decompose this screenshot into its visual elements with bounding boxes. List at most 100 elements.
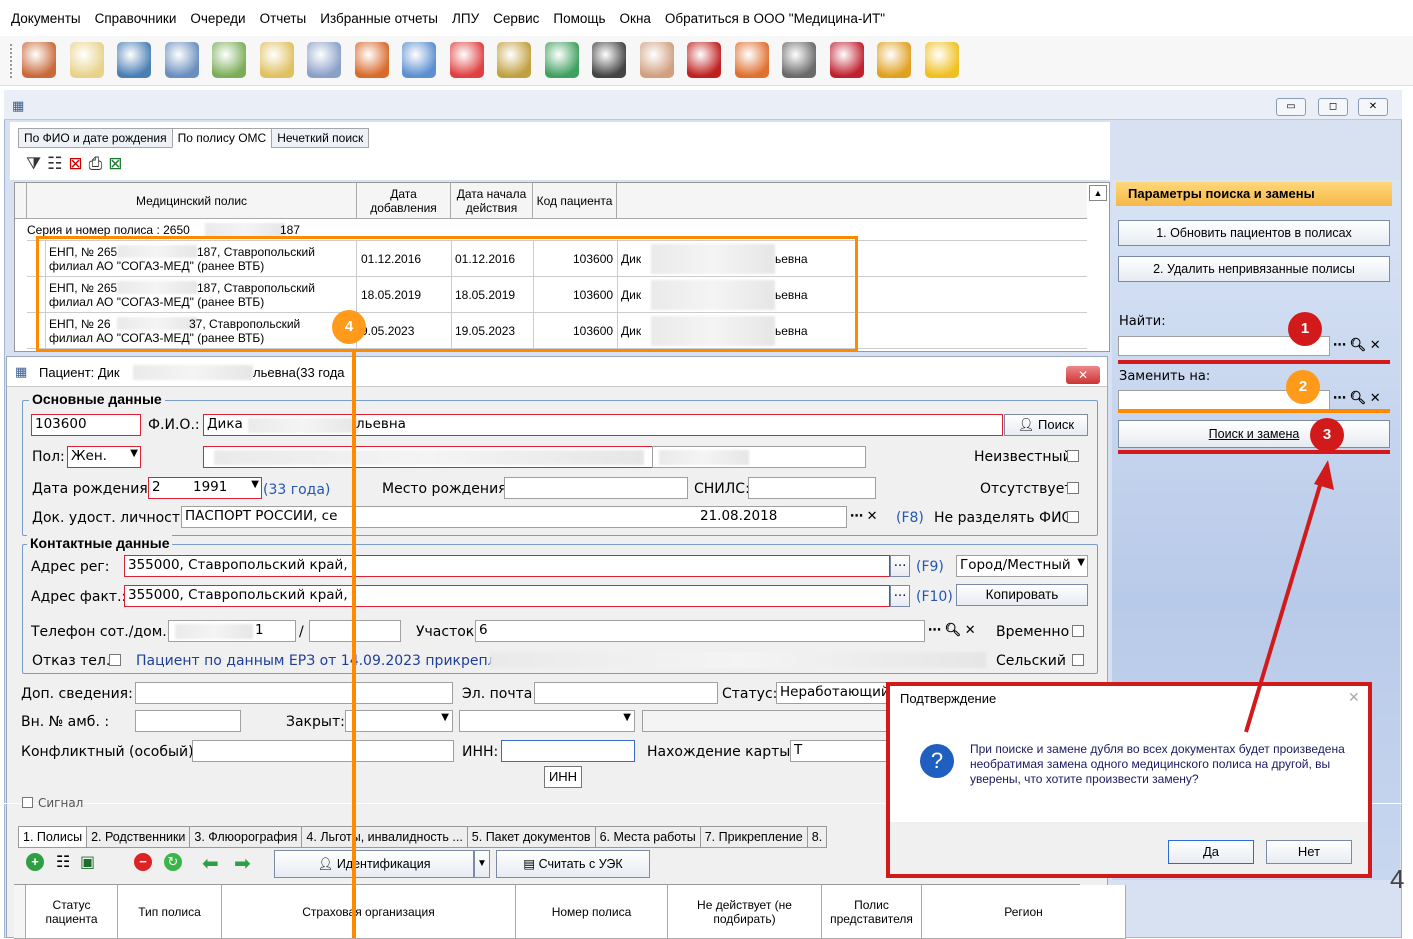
inn-field[interactable] (501, 740, 635, 762)
closed-select[interactable]: ▼ (345, 710, 453, 732)
delete-unlinked-button[interactable]: 2. Удалить непривязанные полисы (1118, 256, 1390, 282)
search-replace-button[interactable]: Поиск и замена (1118, 420, 1390, 448)
addr-fact-more[interactable]: ⋯ (890, 585, 910, 607)
calendar-icon[interactable] (69, 42, 104, 78)
reason-field[interactable] (642, 710, 888, 732)
policy-col-3[interactable]: Страховая организация (222, 885, 516, 939)
refuse-checkbox[interactable] (109, 654, 121, 666)
addr-type-select[interactable]: Город/Местный ▼ (956, 555, 1088, 577)
maximize-icon[interactable]: ◻ (1318, 98, 1348, 116)
temp-checkbox[interactable] (1072, 625, 1084, 637)
lock-icon[interactable] (877, 42, 911, 78)
flask-icon[interactable] (212, 42, 246, 78)
catalog-icon[interactable] (782, 42, 816, 78)
doctor-icon[interactable] (639, 42, 674, 78)
absent-checkbox[interactable] (1067, 482, 1079, 494)
tab-patient-7[interactable]: 7. Прикрепление (699, 826, 808, 848)
menu-item-4[interactable]: Избранные отчеты (320, 11, 438, 26)
card-icon[interactable] (117, 42, 151, 78)
dob-field[interactable]: 2 1991 ▼ (148, 477, 262, 499)
patient-icon[interactable] (22, 42, 56, 78)
addr-reg-field[interactable]: 355000, Ставропольский край, (124, 555, 890, 577)
menu-item-9[interactable]: Обратиться в ООО "Медицина-ИТ" (665, 11, 885, 26)
pdf-icon[interactable] (829, 42, 864, 78)
policy-col-2[interactable]: Тип полиса (118, 885, 222, 939)
menu-item-5[interactable]: ЛПУ (452, 11, 479, 26)
email-field[interactable] (534, 682, 718, 704)
patient-close-icon[interactable]: ✕ (1066, 366, 1100, 384)
signal-checkbox[interactable] (22, 797, 33, 808)
policy-col-7[interactable]: Регион (922, 885, 1126, 939)
chat-icon[interactable] (924, 42, 959, 78)
menu-item-3[interactable]: Отчеты (260, 11, 307, 26)
tab-patient-1[interactable]: 1. Полисы (18, 826, 88, 848)
chart-icon[interactable] (544, 42, 579, 78)
minimize-icon[interactable]: ▭ (1276, 98, 1306, 116)
folder-icon[interactable] (354, 42, 389, 78)
policy-col-4[interactable]: Номер полиса (516, 885, 668, 939)
section-actions[interactable]: ⋯ 🔍︎ ✕ (928, 622, 976, 638)
excel-icon[interactable]: ⊠ (108, 154, 128, 173)
addr-reg-more[interactable]: ⋯ (890, 555, 910, 577)
copy-button[interactable]: Копировать (956, 584, 1088, 606)
first-aid-icon[interactable] (449, 42, 484, 78)
scroll-up-icon[interactable]: ▲ (1089, 185, 1107, 201)
menu-item-1[interactable]: Справочники (95, 11, 177, 26)
fio-field[interactable]: Дика льевна (203, 414, 1003, 436)
doc-actions[interactable]: ⋯ ✕ (850, 508, 878, 524)
monitor-icon[interactable] (734, 42, 769, 78)
birthplace-field[interactable] (504, 477, 688, 499)
addr-fact-field[interactable]: 355000, Ставропольский край, (124, 585, 890, 607)
tab-oms-policy[interactable]: По полису ОМС (171, 128, 273, 148)
filter-clear-icon[interactable]: ⊠ (68, 154, 88, 173)
filter-edit-icon[interactable]: ☷ (47, 154, 68, 173)
refresh-icon[interactable]: ↻ (164, 853, 182, 871)
menu-item-7[interactable]: Помощь (553, 11, 605, 26)
identification-button[interactable]: 👤︎ Идентификация (274, 850, 474, 878)
delete-icon[interactable]: − (134, 853, 152, 871)
print-icon[interactable]: ⎙ (89, 154, 109, 173)
tab-patient-8[interactable]: 8. (806, 826, 828, 848)
edit-list-icon[interactable]: ☷ (56, 852, 70, 872)
update-patients-button[interactable]: 1. Обновить пациентов в полисах (1118, 220, 1390, 246)
menu-item-0[interactable]: Документы (11, 11, 81, 26)
add-icon[interactable]: + (26, 853, 44, 871)
extra-field[interactable] (135, 682, 453, 704)
doc-field[interactable]: ПАСПОРТ РОССИИ, се 21.08.2018 (181, 506, 847, 528)
id-card-icon[interactable] (164, 42, 199, 78)
policy-col-5[interactable]: Не действует (не подбирать) (668, 885, 822, 939)
name-part-field-2[interactable] (652, 446, 866, 468)
tab-fio-dob[interactable]: По ФИО и дате рождения (18, 128, 173, 148)
section-field[interactable]: 6 (475, 620, 925, 642)
tab-patient-5[interactable]: 5. Пакет документов (466, 826, 596, 848)
edit-icon[interactable] (259, 42, 294, 78)
rural-checkbox[interactable] (1072, 654, 1084, 666)
menu-item-2[interactable]: Очереди (190, 11, 245, 26)
search-button[interactable]: 👤︎ Поиск (1004, 414, 1088, 436)
replace-actions[interactable]: ⋯ 🔍︎ ✕ (1333, 390, 1381, 406)
arrow-right-icon[interactable]: ➡ (234, 851, 251, 876)
no-split-checkbox[interactable] (1067, 511, 1079, 523)
col-start[interactable]: Дата начала действия (451, 183, 533, 219)
pills-icon[interactable] (497, 42, 531, 78)
amb-field[interactable] (135, 710, 241, 732)
menu-item-6[interactable]: Сервис (493, 11, 539, 26)
sex-select[interactable]: Жен. ▼ (67, 446, 141, 468)
tab-patient-2[interactable]: 2. Родственники (86, 826, 191, 848)
phone-field[interactable]: 1 (168, 620, 296, 642)
card-field[interactable]: Т (790, 740, 888, 762)
hammer-icon[interactable] (592, 42, 626, 78)
close-icon[interactable]: ✕ (1358, 98, 1388, 116)
arrow-left-icon[interactable]: ⬅ (202, 851, 219, 876)
status-field[interactable]: Неработающий; (776, 682, 888, 704)
yes-button[interactable]: Да (1168, 840, 1254, 864)
col-added[interactable]: Дата добавления (357, 183, 451, 219)
col-code[interactable]: Код пациента (533, 183, 617, 219)
identification-dropdown[interactable]: ▼ (474, 850, 490, 878)
conflict-field[interactable] (192, 740, 454, 762)
col-policy[interactable]: Медицинский полис (27, 183, 357, 219)
policy-col-6[interactable]: Полис представителя (822, 885, 922, 939)
name-part-field[interactable] (203, 446, 663, 468)
menu-item-8[interactable]: Окна (620, 11, 651, 26)
read-uek-button[interactable]: ▤ Считать с УЭК (496, 850, 650, 878)
